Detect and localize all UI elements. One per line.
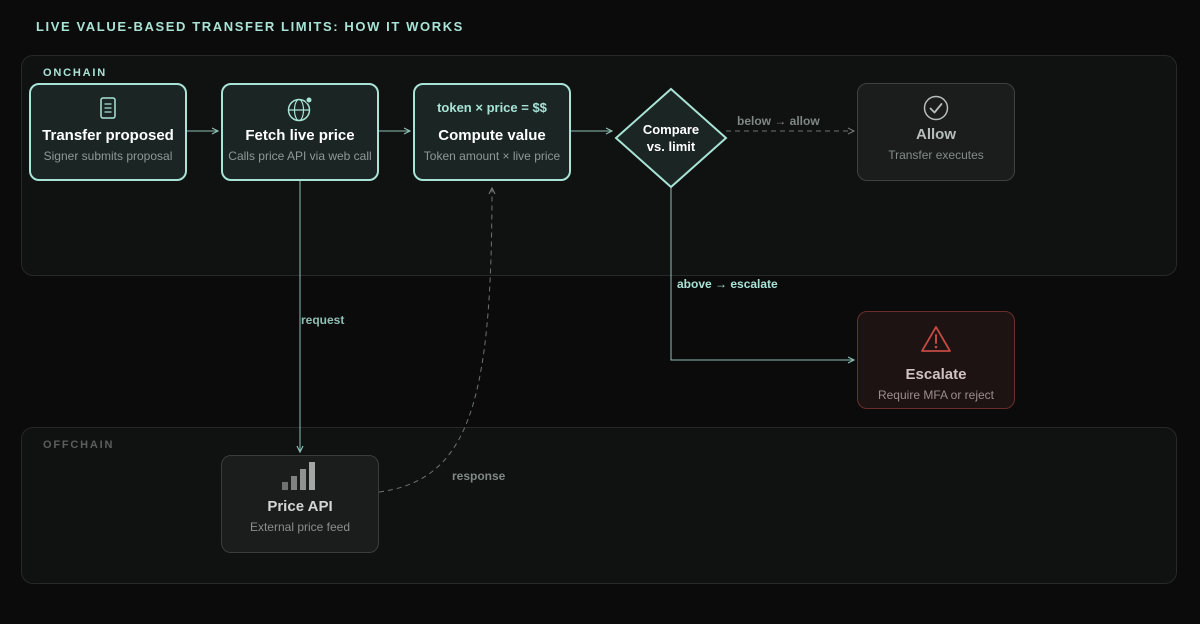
compare-line2: vs. limit: [646, 139, 696, 154]
edge-label-response: response: [452, 469, 506, 483]
fetch-live-price-node: Fetch live price Calls price API via web…: [221, 83, 379, 181]
allow-subtitle: Transfer executes: [888, 148, 984, 162]
compute-formula: token × price = $$: [437, 100, 547, 115]
allow-title: Allow: [916, 126, 956, 143]
price-api-title: Price API: [267, 498, 333, 515]
bar-chart-icon: [282, 462, 315, 490]
allow-node: Allow Transfer executes: [857, 83, 1015, 181]
edge-label-above: above → escalate: [677, 277, 778, 291]
check-circle-icon: [923, 95, 949, 121]
price-api-subtitle: External price feed: [249, 520, 351, 534]
transfer-proposed-node: Transfer proposed Signer submits proposa…: [29, 83, 187, 181]
compute-value-node: token × price = $$ Compute value Token a…: [413, 83, 571, 181]
edge-label-below: below → allow: [737, 114, 820, 128]
compare-line1: Compare: [642, 122, 700, 137]
fetch-live-price-subtitle: Calls price API via web call: [228, 149, 372, 163]
escalate-title: Escalate: [905, 366, 967, 383]
fetch-live-price-title: Fetch live price: [245, 127, 355, 144]
compare-limit-node: Compare vs. limit: [622, 95, 720, 181]
compute-value-title: Compute value: [438, 127, 546, 144]
transfer-proposed-title: Transfer proposed: [42, 127, 174, 144]
edge-api-to-compute: [378, 188, 492, 493]
edge-label-request: request: [301, 313, 345, 327]
edge-compare-to-escalate: [670, 187, 854, 360]
compute-value-subtitle: Token amount × live price: [423, 149, 561, 163]
escalate-subtitle: Require MFA or reject: [877, 388, 995, 402]
document-icon: [100, 97, 116, 119]
escalate-node: Escalate Require MFA or reject: [857, 311, 1015, 409]
warning-icon: [921, 326, 951, 352]
globe-icon: [287, 96, 313, 122]
price-api-node: Price API External price feed: [221, 455, 379, 553]
transfer-proposed-subtitle: Signer submits proposal: [43, 149, 173, 163]
